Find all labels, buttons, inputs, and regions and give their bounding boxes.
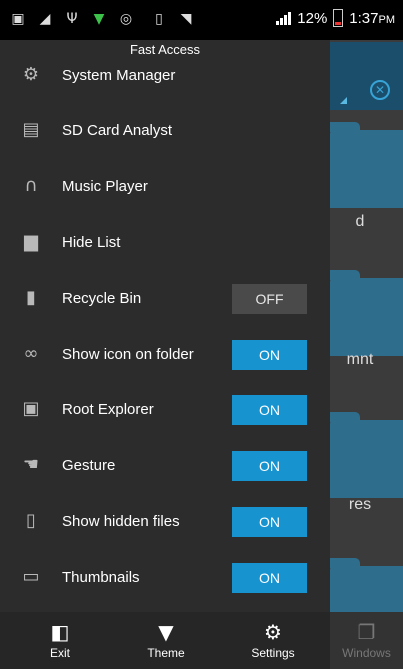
menu-item-label: Music Player <box>62 178 148 195</box>
menu-item-label: System Manager <box>62 67 176 84</box>
dropdown-corner-icon <box>340 97 347 104</box>
theme-button[interactable]: ▼ Theme <box>136 612 196 669</box>
menu-item-music-player[interactable]: ∩ Music Player <box>0 159 330 215</box>
clock: 1:37PM <box>349 9 395 27</box>
menu-item-show-hidden-files: ▯ Show hidden files ON <box>0 494 330 550</box>
thumbnails-icon: ▭ <box>22 566 40 587</box>
menu-item-root-explorer: ▣ Root Explorer ON <box>0 382 330 438</box>
folder-icon[interactable] <box>330 412 403 498</box>
show-hidden-files-toggle[interactable]: ON <box>232 507 307 537</box>
menu-item-sd-card-analyst[interactable]: ▤ SD Card Analyst <box>0 103 330 159</box>
menu-item-recycle-bin: ▮ Recycle Bin OFF <box>0 271 330 327</box>
hidden-file-icon: ▯ <box>26 510 36 531</box>
windows-icon: ❐ <box>357 620 376 644</box>
folder-icon[interactable] <box>330 270 403 356</box>
exit-label: Exit <box>49 646 70 660</box>
bottom-bar: ◧ Exit ▼ Theme ⚙ Settings ❐ Windows <box>0 612 403 669</box>
menu-item-label: Root Explorer <box>62 401 154 418</box>
menu-item-show-icon-on-folder: ∞ Show icon on folder ON <box>0 327 330 383</box>
battery-percent: 12% <box>297 9 328 27</box>
gesture-toggle[interactable]: ON <box>232 451 307 481</box>
menu-item-label: SD Card Analyst <box>62 122 173 139</box>
settings-label: Settings <box>251 646 295 660</box>
battery-icon <box>333 9 344 27</box>
trash-icon: ▮ <box>26 287 36 308</box>
whatsapp-icon: ◎ <box>119 11 133 27</box>
menu-item-label: Hide List <box>62 234 121 251</box>
link-icon: ∞ <box>23 343 39 364</box>
headphones-icon: ∩ <box>24 175 38 196</box>
theme-label: Theme <box>147 646 185 660</box>
exit-icon: ◧ <box>50 620 70 644</box>
close-icon[interactable]: ✕ <box>370 80 390 100</box>
folder-label[interactable]: mnt <box>330 351 390 369</box>
folder-label[interactable]: res <box>330 496 390 514</box>
root-explorer-icon: ▣ <box>22 398 40 419</box>
show-icon-on-folder-toggle[interactable]: ON <box>232 340 307 370</box>
shirt-icon: ▼ <box>158 620 174 644</box>
gesture-hand-icon: ☚ <box>22 454 40 475</box>
folder-icon[interactable] <box>330 122 403 208</box>
sd-card-icon: ▤ <box>22 119 40 140</box>
signal-icon: ◢ <box>39 11 51 27</box>
download-icon: ▼ <box>93 11 105 27</box>
menu-item-thumbnails: ▭ Thumbnails ON <box>0 550 330 606</box>
gear-icon: ⚙ <box>264 620 282 644</box>
settings-button[interactable]: ⚙ Settings <box>243 612 303 669</box>
menu-item-label: Gesture <box>62 457 116 474</box>
menu-item-label: Show hidden files <box>62 513 180 530</box>
menu-item-hide-list[interactable]: ▆ Hide List <box>0 215 330 271</box>
folder-label[interactable]: d <box>330 213 390 231</box>
notification-icon: ▣ <box>11 11 25 27</box>
menu-item-gesture: ☚ Gesture ON <box>0 438 330 494</box>
windows-button[interactable]: ❐ Windows <box>330 612 403 669</box>
exit-button[interactable]: ◧ Exit <box>30 612 90 669</box>
wifi-icon: ◥ <box>180 11 192 27</box>
windows-label: Windows <box>342 646 391 660</box>
folder-lock-icon: ▆ <box>24 231 38 252</box>
fast-access-drawer: Fast Access ⚙ System Manager ▤ SD Card A… <box>0 40 330 669</box>
status-bar: ▣ ◢ Ψ ▼ ◎ ▯ ◥ 12% 1:37PM <box>0 0 403 40</box>
recycle-bin-toggle[interactable]: OFF <box>232 284 307 314</box>
menu-item-label: Thumbnails <box>62 569 140 586</box>
menu-item-label: Recycle Bin <box>62 290 142 307</box>
menu-item-system-manager[interactable]: ⚙ System Manager <box>0 48 330 104</box>
vibrate-icon: ▯ <box>155 11 163 27</box>
menu-item-label: Show icon on folder <box>62 346 194 363</box>
cell-signal-icon <box>276 11 292 25</box>
root-explorer-toggle[interactable]: ON <box>232 395 307 425</box>
usb-icon: Ψ <box>66 11 78 27</box>
system-manager-icon: ⚙ <box>22 64 40 85</box>
thumbnails-toggle[interactable]: ON <box>232 563 307 593</box>
